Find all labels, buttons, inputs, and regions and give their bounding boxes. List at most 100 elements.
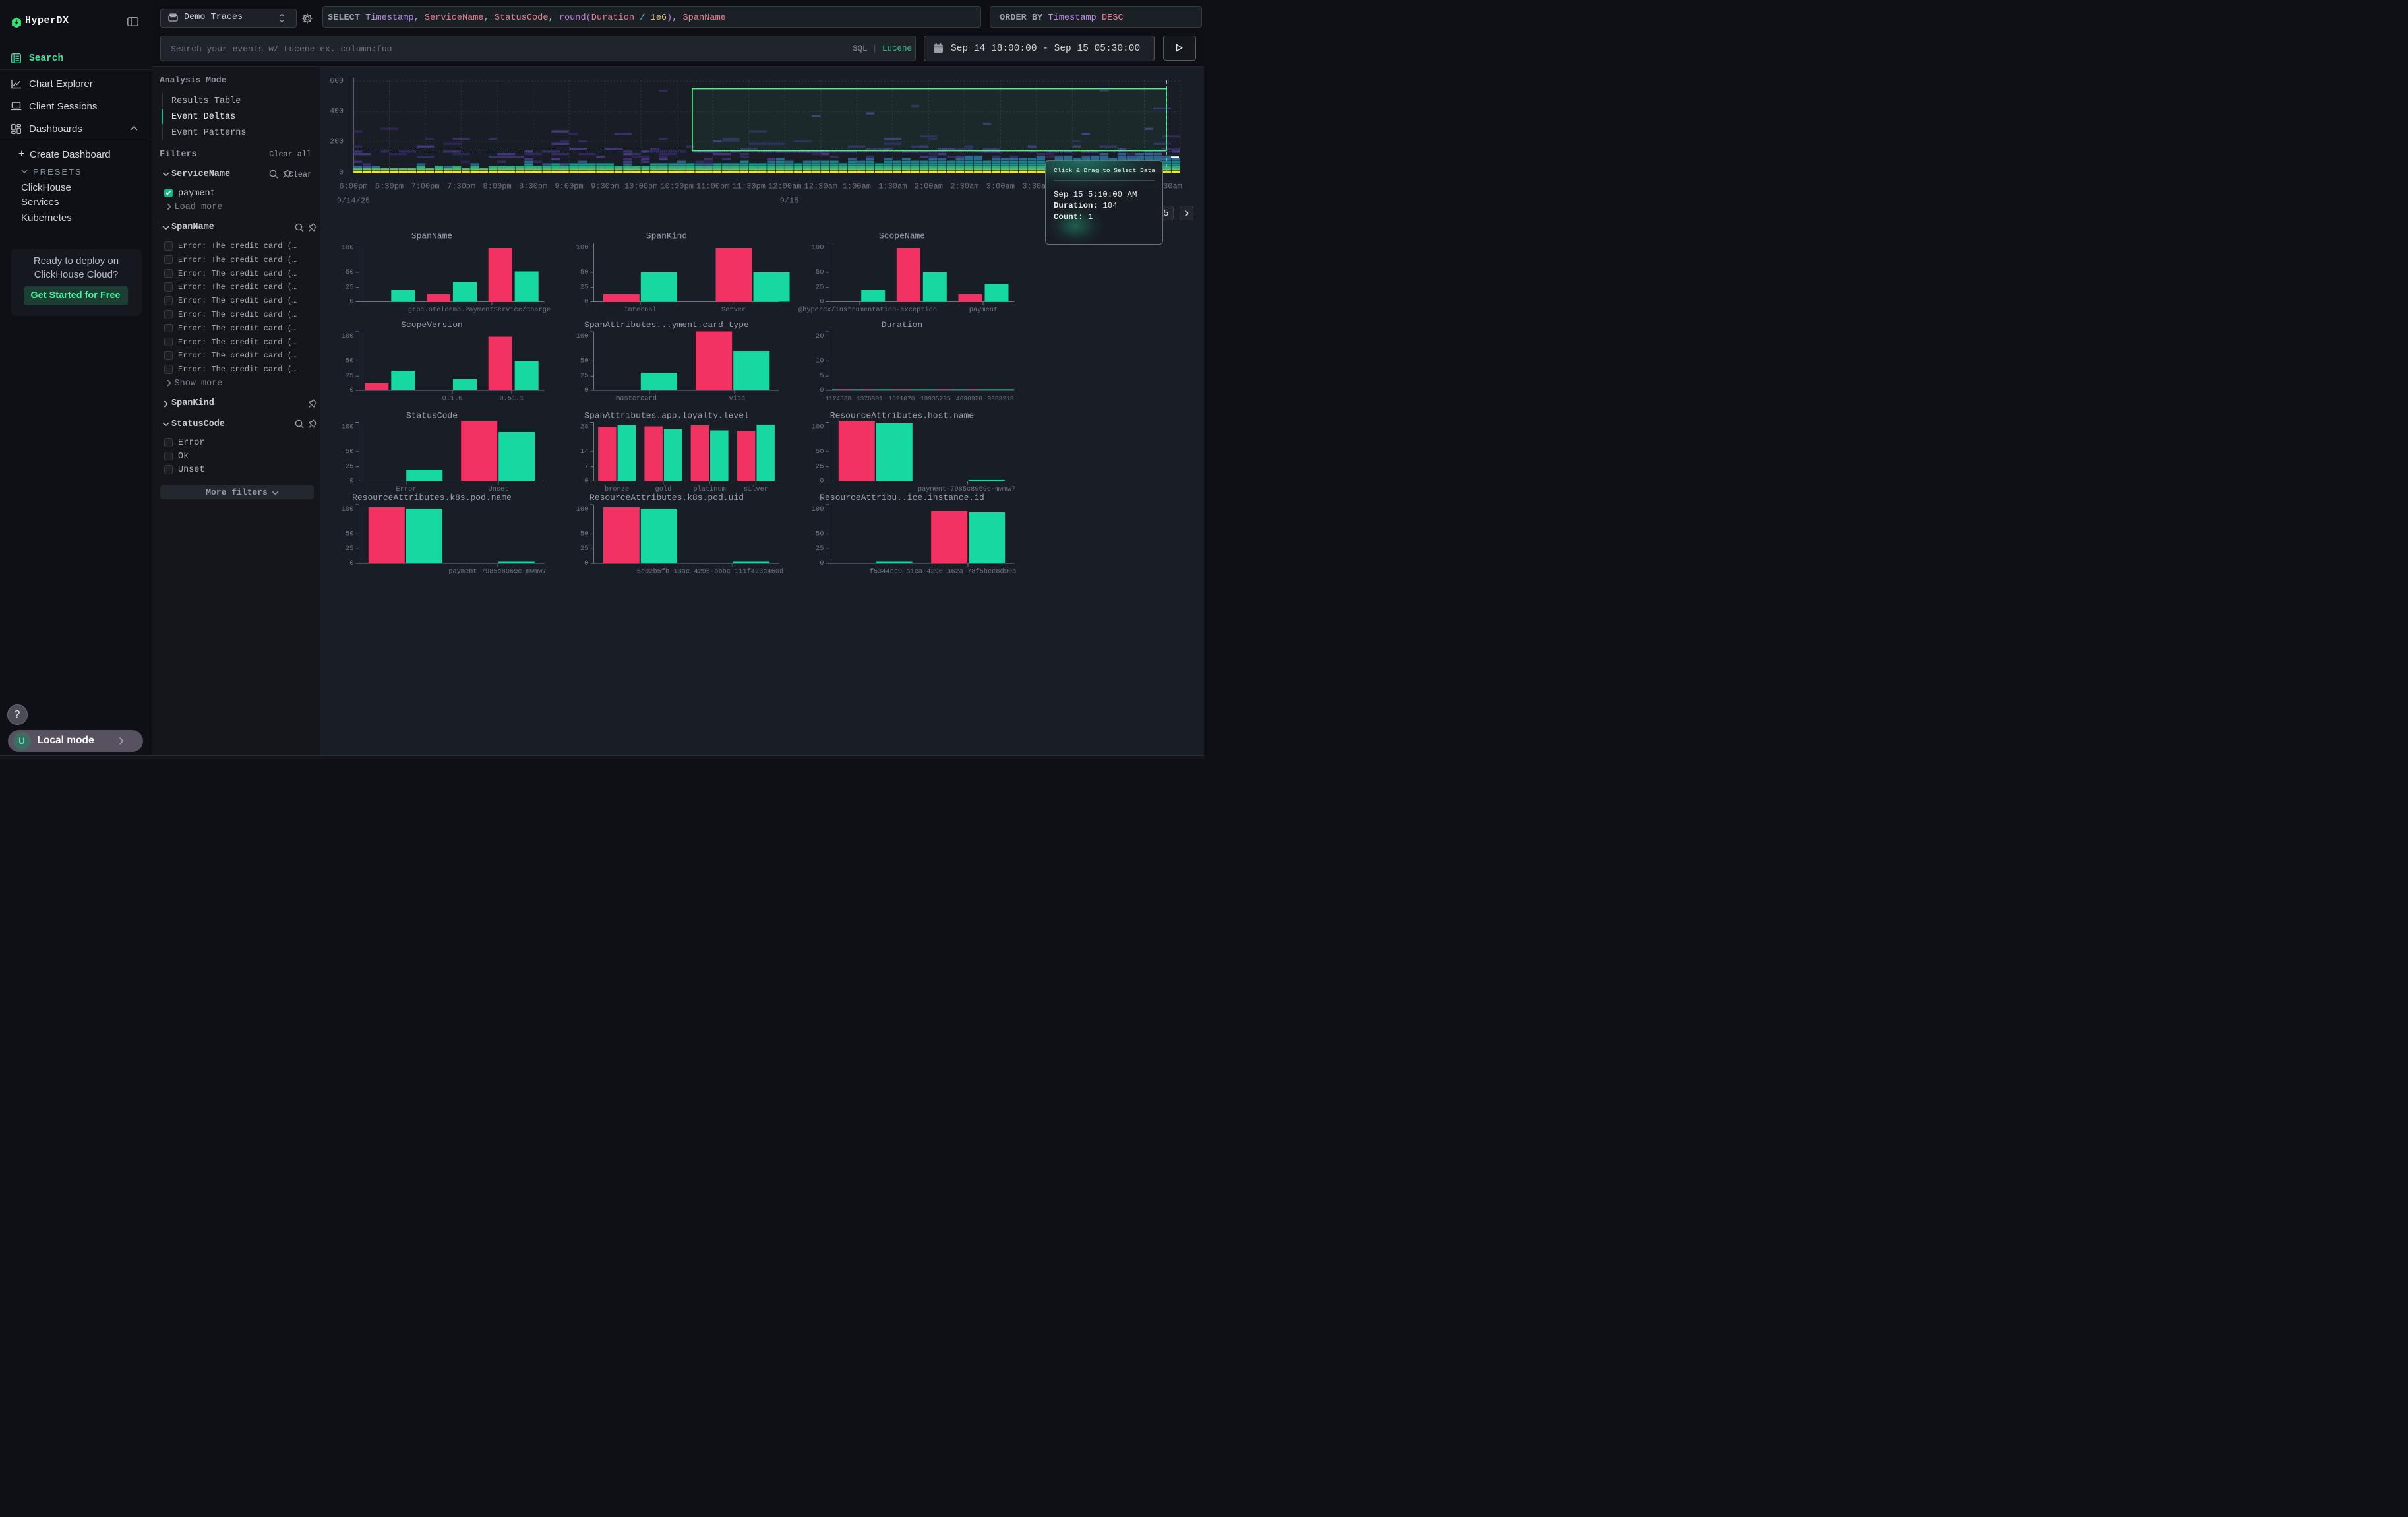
svg-text:SpanKind: SpanKind	[646, 232, 687, 241]
svg-text:9/14/25: 9/14/25	[337, 197, 370, 206]
svg-text:Internal: Internal	[624, 306, 656, 314]
svg-text:8:00pm: 8:00pm	[483, 182, 511, 191]
svg-text:6:30pm: 6:30pm	[375, 182, 404, 191]
svg-text:0: 0	[339, 168, 344, 177]
svg-text:25: 25	[816, 284, 824, 292]
svg-text:SpanAttributes.app.loyalty.lev: SpanAttributes.app.loyalty.level	[584, 411, 749, 421]
svg-text:0: 0	[584, 478, 588, 485]
svg-text:0: 0	[820, 387, 824, 394]
svg-text:100: 100	[342, 244, 354, 252]
svg-text:ResourceAttributes.host.name: ResourceAttributes.host.name	[830, 411, 974, 421]
svg-text:100: 100	[812, 505, 824, 513]
svg-text:1124538: 1124538	[825, 395, 851, 402]
svg-text:ResourceAttributes.k8s.pod.uid: ResourceAttributes.k8s.pod.uid	[589, 493, 744, 503]
svg-text:0: 0	[820, 559, 824, 567]
svg-text:payment: payment	[969, 306, 998, 314]
svg-text:1:00am: 1:00am	[843, 182, 871, 191]
svg-text:600: 600	[330, 77, 344, 86]
svg-text:50: 50	[580, 357, 589, 365]
svg-text:9/15: 9/15	[780, 197, 799, 206]
svg-text:50: 50	[816, 268, 824, 276]
svg-text:50: 50	[346, 357, 354, 365]
svg-text:25: 25	[346, 545, 354, 553]
svg-text:5: 5	[820, 372, 824, 380]
svg-text:0.51.1: 0.51.1	[499, 395, 524, 403]
svg-text:5e02b5fb-13ae-4296-bbbc-111f42: 5e02b5fb-13ae-4296-bbbc-111f423c460d	[637, 568, 783, 576]
svg-text:StatusCode: StatusCode	[406, 411, 458, 421]
svg-text:0: 0	[349, 559, 353, 567]
svg-text:100: 100	[342, 332, 354, 340]
svg-text:14: 14	[580, 448, 589, 456]
svg-text:50: 50	[580, 268, 589, 276]
svg-text:50: 50	[816, 530, 824, 538]
svg-text:visa: visa	[729, 395, 746, 403]
svg-text:25: 25	[580, 545, 589, 553]
svg-text:25: 25	[816, 463, 824, 471]
svg-text:1621070: 1621070	[889, 395, 915, 402]
svg-text:SpanName: SpanName	[411, 232, 452, 241]
svg-text:100: 100	[576, 505, 589, 513]
svg-text:9:30pm: 9:30pm	[591, 182, 619, 191]
svg-text:2:30am: 2:30am	[950, 182, 978, 191]
svg-text:50: 50	[816, 448, 824, 456]
svg-text:ScopeName: ScopeName	[879, 232, 925, 241]
svg-text:7:00pm: 7:00pm	[411, 182, 439, 191]
svg-text:mastercard: mastercard	[616, 395, 657, 403]
svg-text:25: 25	[346, 284, 354, 292]
svg-text:0: 0	[820, 298, 824, 306]
svg-text:0: 0	[584, 387, 588, 394]
svg-text:100: 100	[812, 423, 824, 431]
svg-text:19935295: 19935295	[920, 395, 951, 402]
svg-text:50: 50	[346, 448, 354, 456]
svg-text:ResourceAttributes.k8s.pod.nam: ResourceAttributes.k8s.pod.name	[352, 493, 512, 503]
svg-text:7:30pm: 7:30pm	[447, 182, 475, 191]
svg-text:11:00pm: 11:00pm	[696, 182, 729, 191]
svg-text:50: 50	[580, 530, 589, 538]
svg-text:9:00pm: 9:00pm	[555, 182, 583, 191]
svg-text:silver: silver	[744, 485, 768, 493]
svg-text:200: 200	[330, 138, 344, 146]
svg-text:10: 10	[816, 357, 824, 365]
svg-text:12:00am: 12:00am	[768, 182, 801, 191]
svg-text:50: 50	[346, 530, 354, 538]
svg-text:100: 100	[342, 505, 354, 513]
svg-text:25: 25	[346, 372, 354, 380]
svg-text:f5344ec9-a1ea-4290-a62a-78f5be: f5344ec9-a1ea-4290-a62a-78f5bee8d90b	[870, 568, 1016, 576]
svg-text:payment-7985c8969c-mwmw7: payment-7985c8969c-mwmw7	[448, 568, 546, 576]
svg-text:1376801: 1376801	[857, 395, 883, 402]
svg-text:10:00pm: 10:00pm	[624, 182, 657, 191]
svg-text:0: 0	[820, 478, 824, 485]
svg-text:0: 0	[584, 298, 588, 306]
svg-text:1:30am: 1:30am	[878, 182, 907, 191]
svg-text:0: 0	[349, 387, 353, 394]
svg-text:ResourceAttribu..ice.instance.: ResourceAttribu..ice.instance.id	[820, 493, 984, 503]
svg-text:SpanAttributes...yment.card_ty: SpanAttributes...yment.card_type	[584, 320, 749, 330]
svg-text:50: 50	[346, 268, 354, 276]
svg-text:100: 100	[812, 244, 824, 252]
svg-text:6:00pm: 6:00pm	[339, 182, 367, 191]
svg-text:0.1.0: 0.1.0	[442, 395, 463, 403]
svg-text:3:00am: 3:00am	[986, 182, 1015, 191]
svg-text:25: 25	[816, 545, 824, 553]
svg-text:100: 100	[342, 423, 354, 431]
svg-text:20: 20	[816, 332, 824, 340]
svg-text:100: 100	[576, 332, 589, 340]
svg-text:8:30pm: 8:30pm	[519, 182, 547, 191]
svg-text:12:30am: 12:30am	[804, 182, 837, 191]
svg-text:25: 25	[580, 284, 589, 292]
svg-text:Server: Server	[721, 306, 746, 314]
svg-text:4090920: 4090920	[956, 395, 982, 402]
svg-text:0: 0	[349, 298, 353, 306]
svg-text:Duration: Duration	[882, 320, 922, 330]
svg-text:25: 25	[346, 463, 354, 471]
svg-text:10:30pm: 10:30pm	[660, 182, 693, 191]
svg-text:0: 0	[584, 559, 588, 567]
svg-text:ScopeVersion: ScopeVersion	[401, 320, 463, 330]
svg-text:@hyperdx/instrumentation-excep: @hyperdx/instrumentation-exception	[798, 306, 937, 314]
svg-text:28: 28	[580, 423, 589, 431]
svg-text:100: 100	[576, 244, 589, 252]
svg-text:7: 7	[584, 463, 588, 471]
svg-text:0: 0	[349, 478, 353, 485]
svg-text:25: 25	[580, 372, 589, 380]
svg-text:400: 400	[330, 108, 344, 116]
